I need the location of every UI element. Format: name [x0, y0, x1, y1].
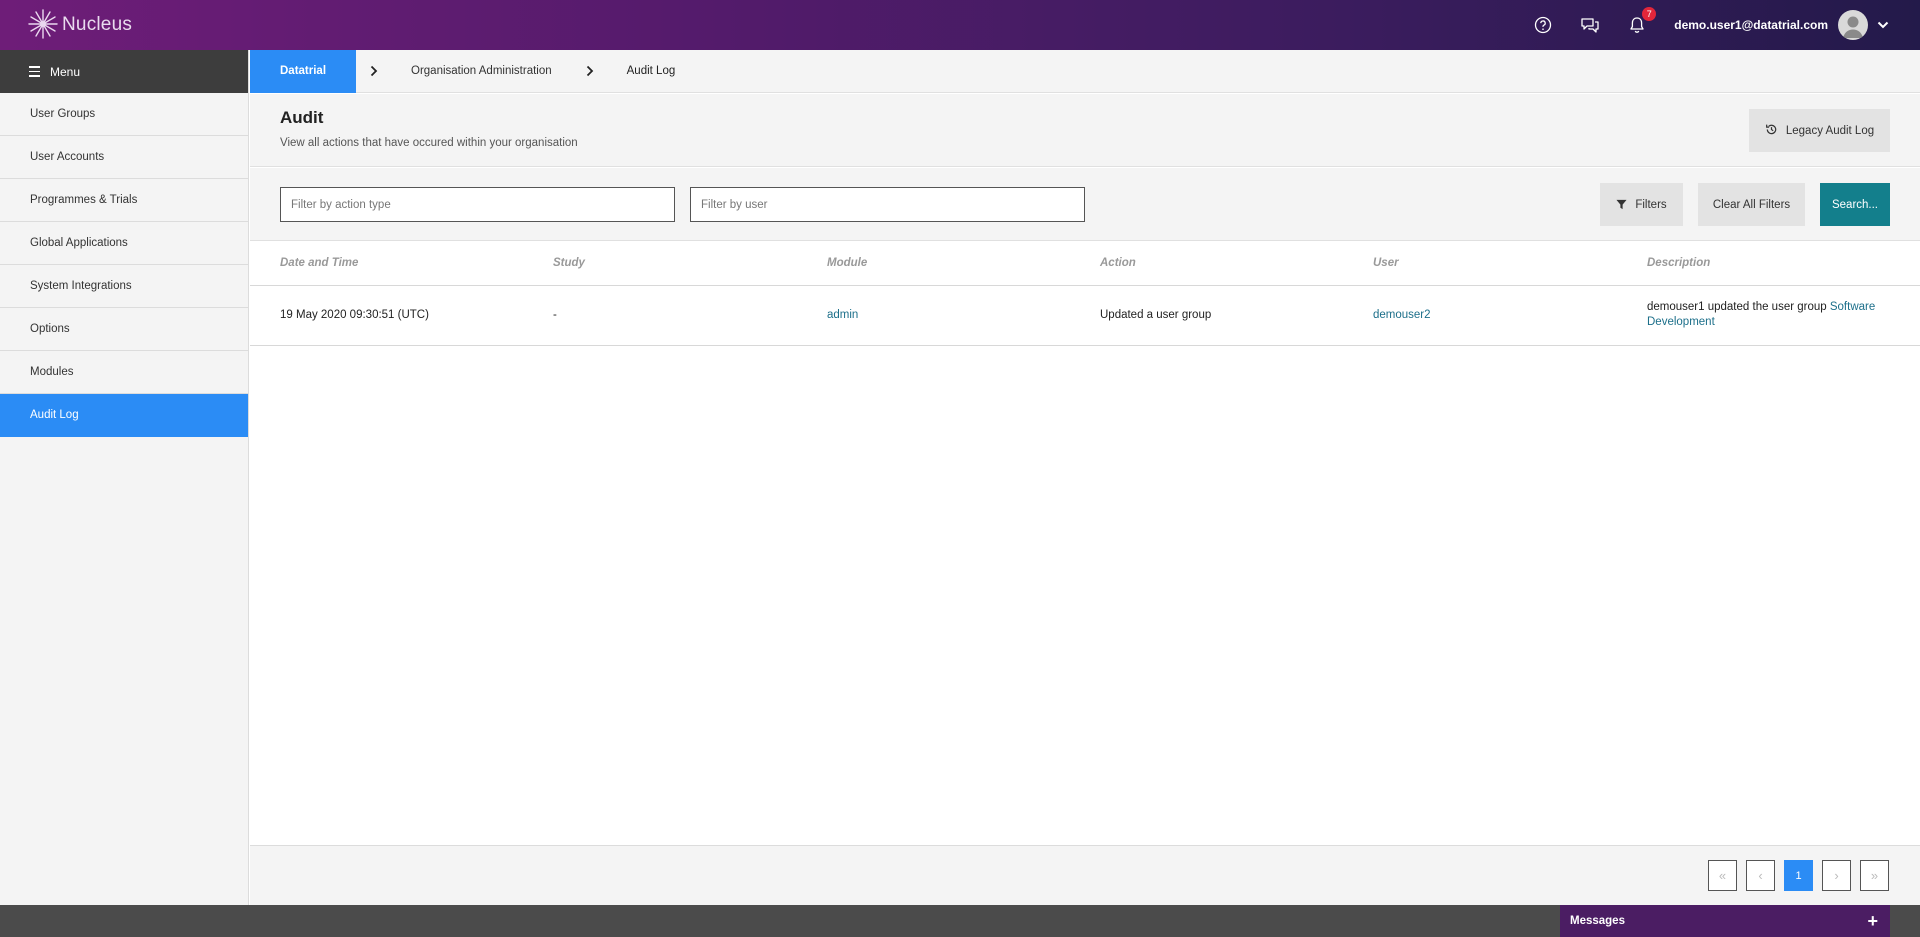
pagination-bar: « ‹ 1 › »: [250, 845, 1920, 905]
cell-study: -: [553, 309, 557, 321]
avatar[interactable]: [1838, 10, 1868, 40]
page-title: Audit: [280, 108, 324, 127]
sidebar-item-user-accounts[interactable]: User Accounts: [0, 136, 248, 179]
next-page-button[interactable]: ›: [1822, 860, 1851, 891]
sidebar-item-label: User Accounts: [30, 151, 105, 163]
cell-user-link[interactable]: demouser2: [1373, 309, 1431, 321]
filters-button-label: Filters: [1635, 198, 1667, 211]
user-email[interactable]: demo.user1@datatrial.com: [1674, 18, 1828, 32]
audit-table: Date and Time Study Module Action User D…: [250, 242, 1920, 845]
nucleus-logo-icon: [28, 7, 58, 44]
cell-action: Updated a user group: [1100, 309, 1212, 321]
help-icon[interactable]: [1533, 15, 1553, 35]
column-header-description: Description: [1647, 257, 1711, 269]
notification-count-badge: 7: [1642, 7, 1657, 21]
table-header: Date and Time Study Module Action User D…: [250, 242, 1920, 286]
sidebar-item-global-applications[interactable]: Global Applications: [0, 222, 248, 265]
cell-module-link[interactable]: admin: [827, 309, 858, 321]
sidebar-item-options[interactable]: Options: [0, 308, 248, 351]
bottom-bar: Messages +: [0, 905, 1920, 937]
history-icon: [1765, 123, 1786, 139]
column-header-user: User: [1373, 257, 1399, 269]
page-subtitle: View all actions that have occured withi…: [280, 137, 578, 149]
last-page-button[interactable]: »: [1860, 860, 1889, 891]
sidebar-item-label: User Groups: [30, 108, 96, 120]
sidebar-item-modules[interactable]: Modules: [0, 351, 248, 394]
sidebar-item-label: Programmes & Trials: [30, 194, 138, 206]
breadcrumb-item-organisation-administration[interactable]: Organisation Administration: [392, 65, 572, 77]
chevron-right-icon: [572, 65, 608, 77]
menu-label: Menu: [50, 64, 81, 79]
sidebar: Menu User Groups User Accounts Programme…: [0, 50, 249, 905]
first-page-button[interactable]: «: [1708, 860, 1737, 891]
sidebar-item-audit-log[interactable]: Audit Log: [0, 394, 248, 437]
sidebar-item-label: Global Applications: [30, 237, 128, 249]
filter-user-input[interactable]: [690, 187, 1085, 222]
chat-icon[interactable]: [1580, 15, 1600, 35]
messages-label: Messages: [1570, 915, 1625, 927]
sidebar-item-label: Options: [30, 323, 70, 335]
filter-action-type-input[interactable]: [280, 187, 675, 222]
legacy-audit-log-label: Legacy Audit Log: [1785, 124, 1875, 137]
column-header-study: Study: [553, 257, 585, 269]
previous-page-button[interactable]: ‹: [1746, 860, 1775, 891]
chevron-down-icon[interactable]: [1876, 18, 1890, 32]
description-text: demouser1 updated the user group: [1647, 301, 1830, 313]
clear-all-filters-button[interactable]: Clear All Filters: [1698, 183, 1805, 226]
breadcrumb: Datatrial Organisation Administration Au…: [250, 49, 1920, 93]
legacy-audit-log-button[interactable]: Legacy Audit Log: [1749, 109, 1890, 152]
filters-button[interactable]: Filters: [1600, 183, 1683, 226]
sidebar-item-user-groups[interactable]: User Groups: [0, 93, 248, 136]
plus-icon: +: [1867, 911, 1878, 931]
chevron-right-icon: [356, 65, 392, 77]
column-header-date-time: Date and Time: [280, 257, 359, 269]
table-row: 19 May 2020 09:30:51 (UTC) - admin Updat…: [250, 286, 1920, 346]
sidebar-item-label: Audit Log: [30, 409, 79, 421]
page-1-button[interactable]: 1: [1784, 860, 1813, 891]
sidebar-item-system-integrations[interactable]: System Integrations: [0, 265, 248, 308]
breadcrumb-item-datatrial[interactable]: Datatrial: [250, 49, 356, 93]
notifications-bell-icon[interactable]: 7: [1627, 7, 1657, 35]
filter-bar: Filters Clear All Filters Search...: [250, 168, 1920, 241]
column-header-action: Action: [1100, 257, 1136, 269]
sidebar-item-programmes-trials[interactable]: Programmes & Trials: [0, 179, 248, 222]
cell-date-time: 19 May 2020 09:30:51 (UTC): [280, 309, 429, 321]
column-header-module: Module: [827, 257, 868, 269]
cell-description: demouser1 updated the user group Softwar…: [1647, 300, 1892, 330]
page-header: Audit View all actions that have occured…: [250, 94, 1920, 167]
sidebar-item-label: System Integrations: [30, 280, 132, 292]
app-logo[interactable]: Nucleus: [28, 0, 132, 50]
messages-panel-toggle[interactable]: Messages +: [1560, 905, 1890, 937]
search-button[interactable]: Search...: [1820, 183, 1890, 226]
sidebar-item-label: Modules: [30, 366, 74, 378]
filter-funnel-icon: [1616, 199, 1627, 210]
hamburger-icon: [29, 66, 40, 77]
breadcrumb-item-audit-log: Audit Log: [626, 65, 676, 77]
menu-toggle[interactable]: Menu: [0, 50, 248, 93]
app-name: Nucleus: [62, 14, 133, 35]
top-bar: Nucleus 7 demo.user1@datatrial.com: [0, 0, 1920, 50]
